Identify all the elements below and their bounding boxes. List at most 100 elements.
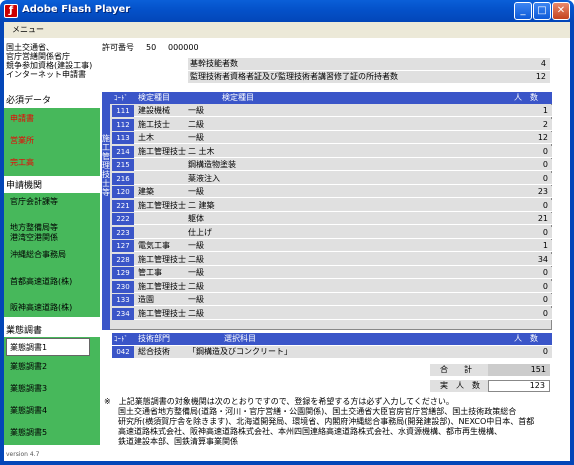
row-code: 113 [112,132,134,144]
row-code: 112 [112,118,134,131]
agency-item[interactable]: 港湾空港関係 [10,233,58,243]
menu-bar: メニュー [0,22,574,38]
row-code: 222 [112,213,134,225]
row-code: 111 [112,105,134,117]
row-sub: 二級 [188,119,204,129]
table-row: 111 建設機械 一級 1 [112,105,552,117]
row-sub: 二 土木 [188,146,215,156]
row-count-input[interactable]: 34 [538,255,548,265]
row-code: 228 [112,253,134,266]
row-sub: 躯体 [188,214,204,223]
row-sub: 一級 [188,241,204,250]
row-count-input[interactable]: 0 [543,160,548,170]
table-row: 216 薬液注入 0 [112,172,552,185]
row-sub: 仕上げ [188,227,212,237]
row-code: 215 [112,159,134,171]
window-frame [0,461,574,465]
maximize-button[interactable]: □ [533,2,551,20]
skilled-count-label: 基幹技能者数 [190,59,238,68]
close-button[interactable]: ✕ [552,2,570,20]
row-count-input[interactable]: 21 [538,214,548,224]
row-count-input[interactable]: 0 [543,268,548,278]
agency-title: 申請機関 [6,181,43,191]
row-code: 214 [112,145,134,158]
tech-header: ｺｰﾄﾞ 技術部門 選択科目 人 数 [112,333,552,345]
row-sub: 一級 [188,133,204,142]
required-completion[interactable]: 完工高 [6,152,96,174]
window-title: Adobe Flash Player [22,4,131,15]
survey-item[interactable]: 業態調書3 [10,384,47,394]
survey-item[interactable]: 業態調書2 [10,362,47,372]
row-count-input[interactable]: 0 [543,282,548,292]
org-line: インターネット申請書 [6,70,86,79]
row-count-input[interactable]: 0 [543,201,548,211]
note-line: 研究所(横須賀庁舎を除きます)、北海道開発局、環境省、内閣府沖縄総合事務局(開発… [118,417,535,426]
note-line: 鉄道建設本部、国鉄清算事業関係 [118,437,238,446]
agency-item[interactable]: 官庁会計課等 [10,197,58,207]
row-code: 221 [112,199,134,212]
row-name: 建設機械 [138,106,170,115]
window-frame [570,22,574,465]
skilled-count-value[interactable]: 4 [541,59,546,69]
row-sub: 二 建築 [188,200,215,210]
table-row: 230 施工管理技士 二級 0 [112,280,552,293]
survey-item-selected[interactable]: 業態調書1 [6,338,90,356]
table-row: 215 鋼構造物塗装 0 [112,159,552,171]
table-row: 127 電気工事 一級 1 [112,240,552,252]
row-count-input[interactable]: 0 [543,147,548,157]
row-count-input[interactable]: 23 [538,187,548,197]
row-code: 127 [112,240,134,252]
agency-item[interactable]: 阪神高速道路(株) [10,303,72,313]
minimize-button[interactable]: _ [514,2,532,20]
required-office[interactable]: 営業所 [6,130,96,152]
row-count-input[interactable]: 0 [543,228,548,238]
agency-item[interactable]: 首都高速道路(株) [10,277,72,287]
row-count-input[interactable]: 0 [543,295,548,305]
permit-code: 50 [146,43,157,52]
row-name: 建築 [138,187,154,196]
row-count-input[interactable]: 1 [543,106,548,116]
table-row: 223 仕上げ 0 [112,226,552,239]
agency-item[interactable]: 沖縄総合事務局 [10,250,66,260]
tech-count-input[interactable]: 0 [543,347,548,357]
engineer-count-label: 監理技術者資格者証及び監理技術者講習修了証の所持者数 [190,72,398,81]
row-sub: 一級 [188,295,204,304]
vertical-category-label: 施工管理技士等 [102,104,110,330]
row-sub: 一級 [188,106,204,115]
survey-item[interactable]: 業態調書4 [10,406,47,416]
row-code: 234 [112,307,134,320]
actual-row: 実 人 数 123 [430,380,550,392]
row-name: 施工管理技士 [138,308,186,318]
row-name: 施工管理技士 [138,254,186,264]
table-row: 113 土木 一級 12 [112,132,552,144]
actual-input[interactable]: 123 [488,380,550,392]
row-count-input[interactable]: 0 [543,309,548,319]
row-count-input[interactable]: 1 [543,241,548,251]
total-row: 合 計 151 [430,364,550,376]
row-name: 土木 [138,133,154,142]
row-code: 120 [112,186,134,198]
agency-item[interactable]: 地方整備局等 [10,223,58,233]
survey-title: 業態調書 [6,326,43,336]
row-sub: 薬液注入 [188,173,220,183]
table-header: ｺｰﾄﾞ 検定種目 検定種目 人 数 [102,92,552,104]
tech-subject-select[interactable]: 「鋼構造及びコンクリート」 [188,347,292,357]
table-row: 112 施工技士 二級 2 [112,118,552,131]
row-name: 施工管理技士 [138,281,186,291]
note-line: 国土交通省地方整備局(道路・河川・官庁営繕・公園関係)、国土交通省大臣官房官庁営… [118,407,517,416]
row-count-input[interactable]: 12 [538,133,548,143]
row-sub: 一級 [188,268,204,277]
row-name: 施工技士 [138,119,170,129]
survey-item[interactable]: 業態調書5 [10,428,47,438]
row-name: 管工事 [138,268,162,277]
row-count-input[interactable]: 0 [543,174,548,184]
note-line: ※ 上記業態調書の対象機関は次のとおりですので、登録を希望する方は必ず入力してく… [104,397,454,406]
engineer-count-row: 監理技術者資格者証及び監理技術者講習修了証の所持者数 12 [188,71,550,83]
row-count-input[interactable]: 2 [543,120,548,130]
flash-app-icon: ƒ [4,4,18,18]
skilled-count-row: 基幹技能者数 4 [188,58,550,70]
menu-item[interactable]: メニュー [12,25,44,35]
row-name: 電気工事 [138,241,170,250]
engineer-count-value[interactable]: 12 [536,72,546,82]
required-application[interactable]: 申請書 [6,108,96,130]
